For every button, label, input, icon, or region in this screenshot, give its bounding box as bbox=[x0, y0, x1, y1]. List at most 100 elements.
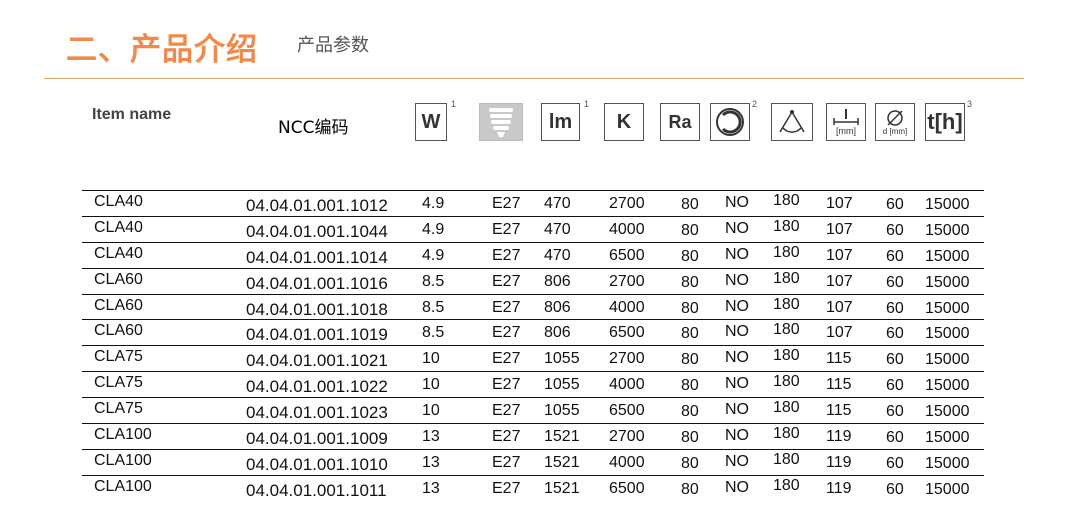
table-row: CLA100 04.04.01.001.1011 13 E27 1521 6500 80 NO… bbox=[82, 474, 984, 501]
cell-wattage: 10 bbox=[422, 350, 440, 368]
cell-length: 107 bbox=[826, 298, 853, 316]
table-row: CLA40 04.04.01.001.1044 4.9 E27 470 4000 80 NO 1… bbox=[82, 215, 984, 242]
cell-length: 119 bbox=[826, 428, 852, 446]
cell-beam-angle: 180 bbox=[773, 399, 800, 417]
column-header-item-name: Item name bbox=[92, 106, 172, 123]
cell-color-temp: 4000 bbox=[609, 298, 645, 316]
cell-item-name: CLA100 bbox=[94, 451, 152, 469]
cell-color-temp: 4000 bbox=[609, 220, 645, 238]
beam-angle-icon bbox=[771, 103, 813, 141]
table-row: CLA100 04.04.01.001.1009 13 E27 1521 2700 80 NO… bbox=[82, 423, 984, 449]
cell-ra: 80 bbox=[681, 273, 699, 291]
cell-item-name: CLA60 bbox=[94, 322, 143, 340]
dimmer-dial-shape bbox=[716, 108, 744, 136]
cell-lumen: 1521 bbox=[544, 453, 580, 471]
cell-color-temp: 2700 bbox=[609, 272, 645, 290]
diameter-circle-shape bbox=[887, 109, 903, 126]
cell-length: 115 bbox=[826, 402, 852, 420]
cell-beam-angle: 180 bbox=[773, 373, 800, 391]
cell-lifetime: 15000 bbox=[925, 221, 970, 239]
cell-lifetime: 15000 bbox=[925, 351, 970, 369]
dimmable-icon bbox=[710, 103, 750, 141]
table-row: CLA60 04.04.01.001.1018 8.5 E27 806 4000 80 NO 1… bbox=[82, 293, 984, 320]
bulb-base-icon bbox=[479, 103, 523, 141]
cell-lumen: 470 bbox=[544, 195, 571, 212]
cell-beam-angle: 180 bbox=[773, 217, 800, 235]
cell-dimmable: NO bbox=[725, 194, 749, 211]
cell-ra: 80 bbox=[681, 377, 699, 395]
cell-wattage: 13 bbox=[422, 479, 440, 497]
cell-ncc-code: 04.04.01.001.1016 bbox=[246, 273, 388, 293]
cell-ncc-code: 04.04.01.001.1021 bbox=[246, 351, 388, 371]
cell-diameter: 60 bbox=[886, 351, 904, 369]
kelvin-icon: K bbox=[604, 103, 644, 141]
cell-dimmable: NO bbox=[725, 478, 749, 496]
table-row: CLA75 04.04.01.001.1023 10 E27 1055 6500 80 NO 1… bbox=[82, 397, 984, 423]
cell-beam-angle: 180 bbox=[773, 295, 800, 313]
diameter-mm-icon: d [mm] bbox=[875, 103, 915, 141]
watt-icon: W bbox=[415, 103, 447, 141]
cell-dimmable: NO bbox=[725, 323, 749, 341]
screw-base-shape bbox=[489, 108, 513, 137]
cell-lifetime: 15000 bbox=[925, 196, 970, 213]
cell-wattage: 8.5 bbox=[422, 324, 445, 342]
cell-lifetime: 15000 bbox=[925, 454, 970, 472]
cell-beam-angle: 180 bbox=[773, 476, 800, 494]
section-title: 二、产品介绍 bbox=[66, 32, 258, 68]
cell-ra: 80 bbox=[681, 325, 699, 343]
cell-item-name: CLA60 bbox=[94, 270, 143, 288]
cell-lumen: 806 bbox=[544, 298, 571, 316]
cell-dimmable: NO bbox=[725, 401, 749, 419]
cell-base: E27 bbox=[492, 479, 521, 497]
cell-item-name: CLA75 bbox=[94, 374, 143, 392]
table-row: CLA75 04.04.01.001.1021 10 E27 1055 2700 80 NO 1… bbox=[82, 345, 984, 371]
cell-wattage: 4.9 bbox=[422, 195, 445, 212]
table-row: CLA40 04.04.01.001.1014 4.9 E27 470 6500 80 NO 1… bbox=[82, 241, 984, 268]
cell-lumen: 1055 bbox=[544, 376, 580, 394]
cell-ncc-code: 04.04.01.001.1044 bbox=[246, 221, 388, 241]
table-row: CLA60 04.04.01.001.1016 8.5 E27 806 2700 80 NO 1… bbox=[82, 267, 984, 294]
cell-lifetime: 15000 bbox=[925, 403, 970, 421]
title-divider bbox=[44, 78, 1024, 79]
cell-beam-angle: 180 bbox=[773, 347, 800, 365]
section-subtitle: 产品参数 bbox=[297, 35, 369, 56]
cell-color-temp: 6500 bbox=[609, 246, 645, 264]
cell-length: 107 bbox=[826, 272, 853, 290]
cell-wattage: 8.5 bbox=[422, 272, 445, 290]
cell-item-name: CLA60 bbox=[94, 296, 143, 314]
cell-ncc-code: 04.04.01.001.1018 bbox=[246, 299, 388, 319]
cell-lumen: 1055 bbox=[544, 402, 580, 420]
cell-diameter: 60 bbox=[886, 429, 904, 447]
cell-beam-angle: 180 bbox=[773, 321, 800, 339]
cell-diameter: 60 bbox=[886, 196, 904, 213]
cell-lifetime: 15000 bbox=[925, 429, 970, 447]
cell-dimmable: NO bbox=[725, 375, 749, 393]
cell-wattage: 13 bbox=[422, 453, 440, 471]
cell-color-temp: 6500 bbox=[609, 402, 645, 420]
cell-dimmable: NO bbox=[725, 245, 749, 263]
cell-length: 115 bbox=[826, 376, 852, 394]
cell-diameter: 60 bbox=[886, 273, 904, 291]
cell-item-name: CLA40 bbox=[94, 244, 143, 262]
cell-diameter: 60 bbox=[886, 299, 904, 317]
cell-ncc-code: 04.04.01.001.1012 bbox=[246, 196, 388, 215]
cell-lifetime: 15000 bbox=[925, 273, 970, 291]
cell-base: E27 bbox=[492, 350, 521, 368]
cell-dimmable: NO bbox=[725, 349, 749, 367]
length-arrow-shape bbox=[833, 109, 859, 125]
cell-length: 119 bbox=[826, 479, 852, 497]
cell-length: 107 bbox=[826, 246, 853, 264]
cell-ncc-code: 04.04.01.001.1022 bbox=[246, 377, 388, 397]
cell-lifetime: 15000 bbox=[925, 247, 970, 265]
cell-ra: 80 bbox=[681, 247, 699, 265]
cell-ncc-code: 04.04.01.001.1023 bbox=[246, 403, 388, 423]
cell-lumen: 806 bbox=[544, 272, 571, 290]
cell-dimmable: NO bbox=[725, 452, 749, 470]
cell-beam-angle: 180 bbox=[773, 269, 800, 287]
length-mm-icon: [mm] bbox=[826, 103, 866, 141]
cell-lumen: 470 bbox=[544, 246, 571, 264]
cell-beam-angle: 180 bbox=[773, 425, 800, 443]
cell-color-temp: 4000 bbox=[609, 453, 645, 471]
cell-ra: 80 bbox=[681, 196, 699, 213]
cell-color-temp: 2700 bbox=[609, 350, 645, 368]
